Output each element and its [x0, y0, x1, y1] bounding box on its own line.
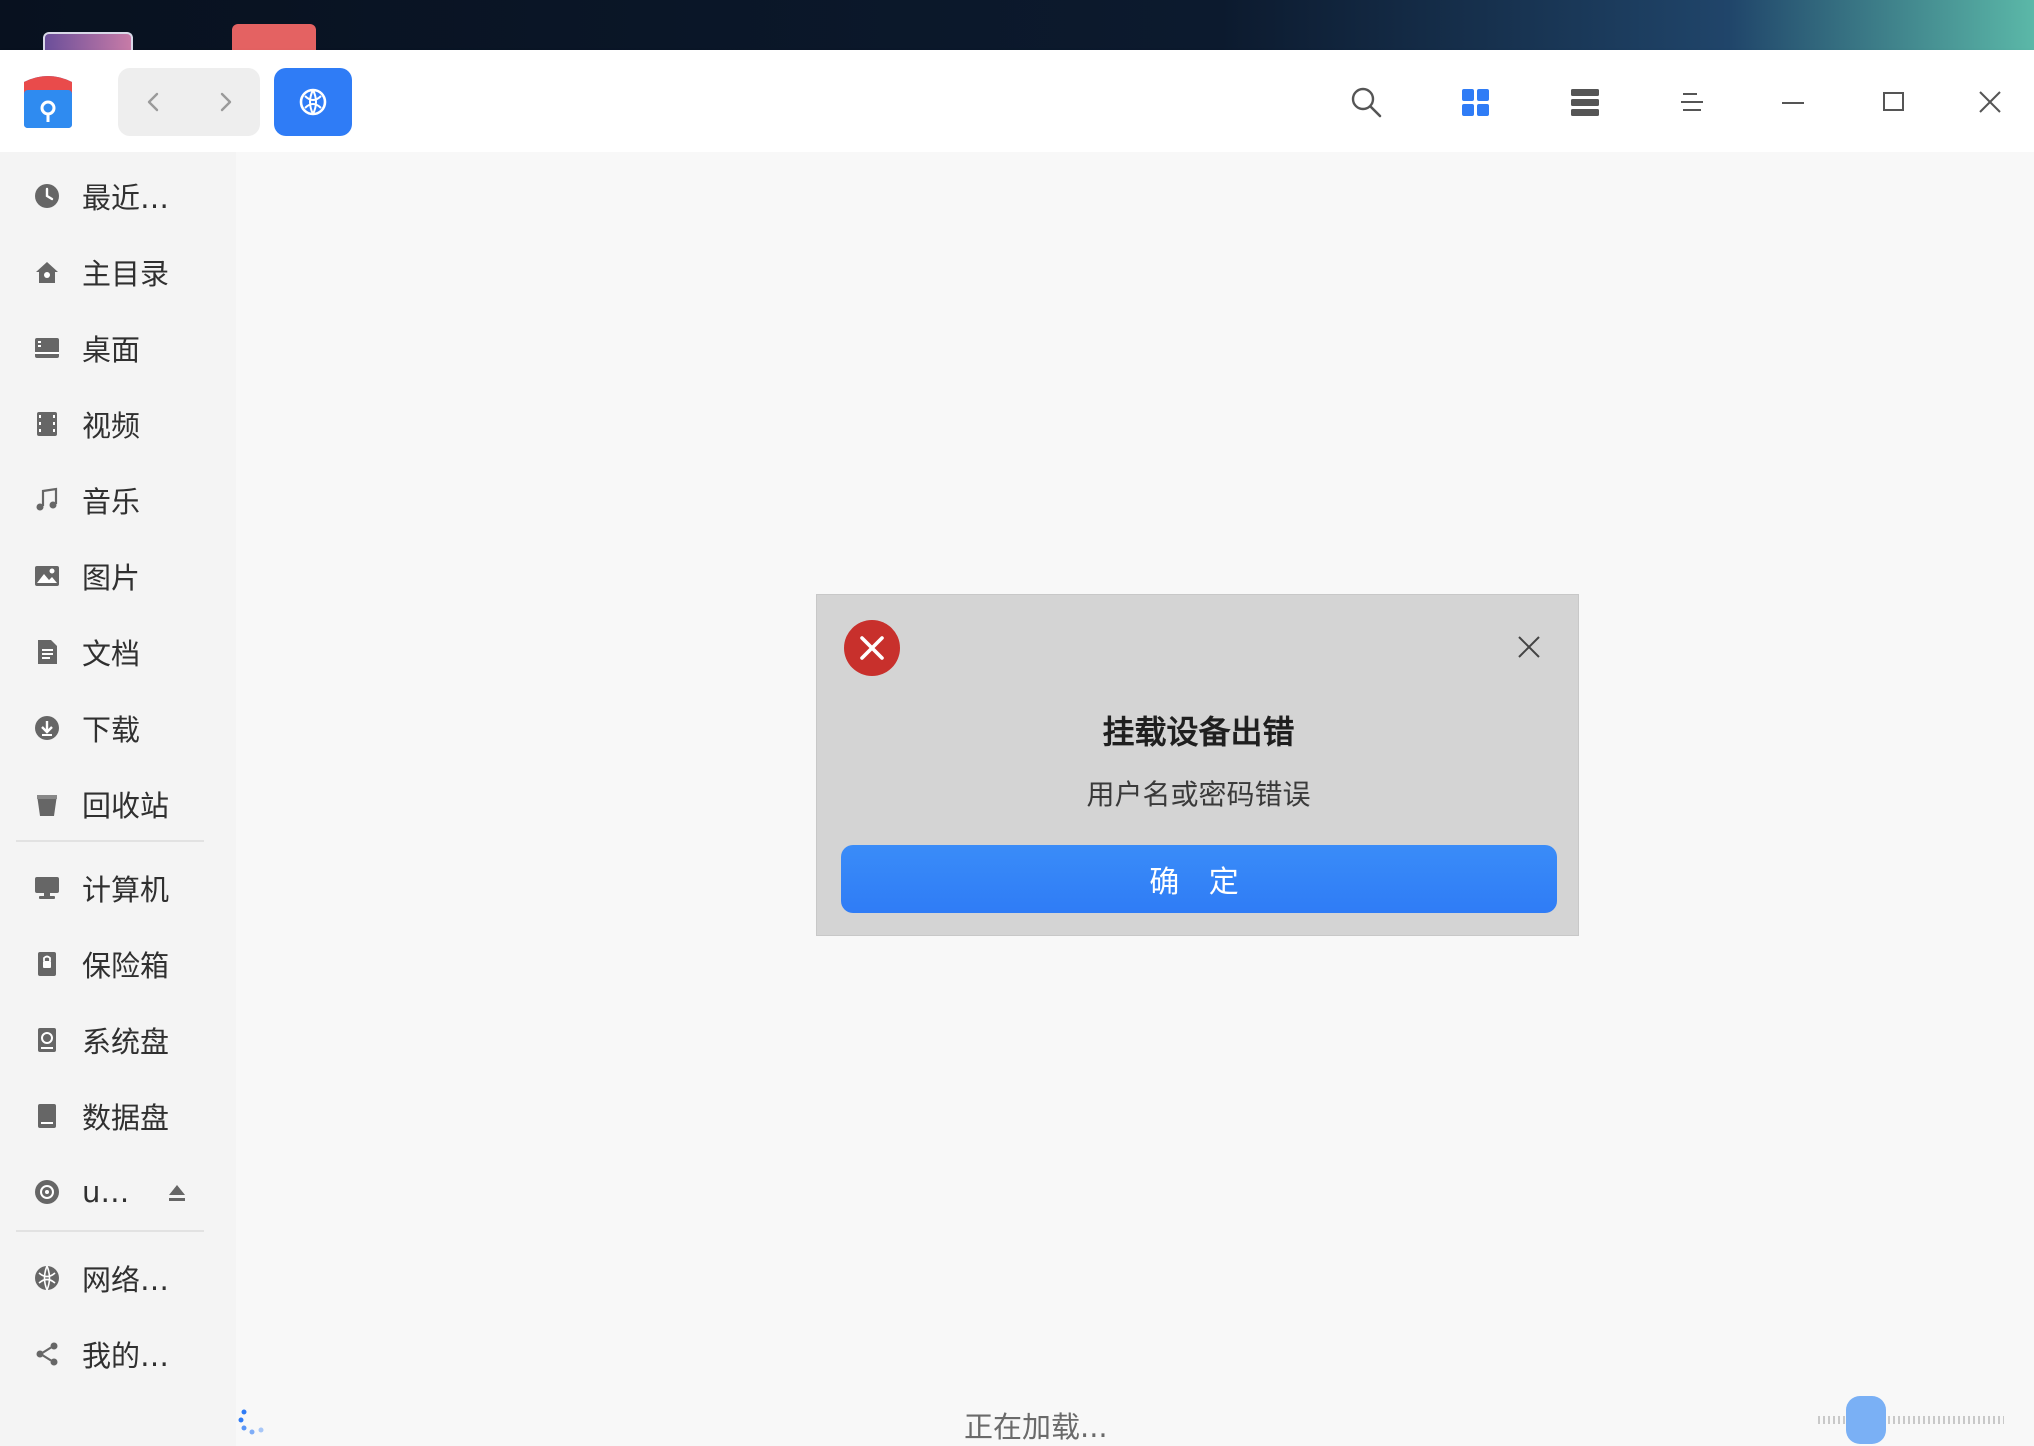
- icon-view-button[interactable]: [1445, 72, 1505, 132]
- sidebar-item-label: 计算机: [82, 873, 170, 907]
- sidebar-item-label: 最近…: [82, 181, 170, 215]
- computer-icon: [32, 873, 62, 903]
- sidebar-item-home[interactable]: 主目录: [16, 242, 216, 302]
- sidebar-divider: [16, 1230, 204, 1232]
- desktop-background: [0, 0, 2034, 52]
- sidebar-item-label: 文档: [82, 637, 141, 671]
- music-icon: [32, 485, 62, 515]
- system-disk-icon: [32, 1025, 62, 1055]
- sidebar-item-optical-disc[interactable]: u…: [16, 1162, 216, 1222]
- menu-icon: [1681, 93, 1703, 111]
- ok-button[interactable]: 确 定: [841, 845, 1557, 913]
- sidebar-item-pictures[interactable]: 图片: [16, 546, 216, 606]
- sidebar-item-computer[interactable]: 计算机: [16, 858, 216, 918]
- clock-icon: [32, 181, 62, 211]
- sidebar-item-label: 回收站: [82, 789, 170, 823]
- loading-status-text: 正在加载...: [964, 1410, 1108, 1444]
- download-icon: [32, 713, 62, 743]
- sidebar-item-label: 视频: [82, 409, 141, 443]
- error-icon: [843, 619, 901, 677]
- list-view-button[interactable]: [1555, 72, 1615, 132]
- vault-icon: [32, 949, 62, 979]
- sidebar-item-label: 主目录: [82, 257, 170, 291]
- chevron-left-icon: [147, 92, 158, 112]
- sidebar-item-label: 系统盘: [82, 1025, 170, 1059]
- network-icon: [299, 88, 327, 116]
- sidebar-item-label: u…: [82, 1175, 130, 1209]
- search-icon: [1351, 87, 1382, 118]
- close-icon: [1979, 91, 2001, 113]
- mount-error-dialog: 挂载设备出错 用户名或密码错误 确 定: [816, 594, 1579, 936]
- eject-icon[interactable]: [164, 1180, 190, 1206]
- trash-icon: [32, 789, 62, 819]
- sidebar-item-label: 我的…: [82, 1339, 170, 1373]
- desktop-window-thumbnail: [43, 32, 133, 52]
- network-icon: [32, 1263, 62, 1293]
- sidebar-item-my-shares[interactable]: 我的…: [16, 1324, 216, 1384]
- dialog-close-button[interactable]: [1509, 627, 1549, 667]
- grid-view-icon: [1462, 89, 1489, 116]
- back-button[interactable]: [118, 68, 189, 136]
- forward-button[interactable]: [189, 68, 260, 136]
- sidebar-item-recent[interactable]: 最近…: [16, 166, 216, 226]
- sidebar-item-videos[interactable]: 视频: [16, 394, 216, 454]
- sidebar: 最近… 主目录 桌面 视频 音乐 图片 文档 下载 回收站 计算机 保险箱 系统…: [0, 152, 236, 1446]
- close-window-button[interactable]: [1960, 72, 2020, 132]
- chevron-right-icon: [220, 92, 231, 112]
- breadcrumb-network[interactable]: [274, 68, 352, 136]
- loading-spinner-icon: [236, 1402, 272, 1438]
- desktop-icon: [32, 333, 62, 363]
- sidebar-item-downloads[interactable]: 下载: [16, 698, 216, 758]
- optical-disc-icon: [32, 1177, 62, 1207]
- document-icon: [32, 637, 62, 667]
- video-icon: [32, 409, 62, 439]
- desktop-window-thumbnail: [232, 24, 316, 52]
- sidebar-item-vault[interactable]: 保险箱: [16, 934, 216, 994]
- maximize-button[interactable]: [1863, 72, 1923, 132]
- home-icon: [32, 257, 62, 287]
- data-disk-icon: [32, 1101, 62, 1131]
- sidebar-item-label: 图片: [82, 561, 141, 595]
- menu-button[interactable]: [1662, 72, 1722, 132]
- sidebar-item-label: 音乐: [82, 485, 141, 519]
- sidebar-item-documents[interactable]: 文档: [16, 622, 216, 682]
- minimize-button[interactable]: [1763, 72, 1823, 132]
- icon-size-slider-handle[interactable]: [1846, 1396, 1886, 1444]
- sidebar-item-system-disk[interactable]: 系统盘: [16, 1010, 216, 1070]
- titlebar: [0, 50, 2034, 152]
- sidebar-item-label: 桌面: [82, 333, 141, 367]
- sidebar-item-data-disk[interactable]: 数据盘: [16, 1086, 216, 1146]
- file-manager-app-icon[interactable]: [20, 72, 76, 130]
- close-icon: [1518, 636, 1540, 658]
- list-view-icon: [1571, 89, 1599, 116]
- sidebar-item-desktop[interactable]: 桌面: [16, 318, 216, 378]
- minimize-icon: [1782, 102, 1804, 104]
- dialog-title: 挂载设备出错: [1102, 713, 1295, 751]
- sidebar-item-label: 数据盘: [82, 1101, 170, 1135]
- picture-icon: [32, 561, 62, 591]
- share-icon: [32, 1339, 62, 1369]
- sidebar-item-music[interactable]: 音乐: [16, 470, 216, 530]
- maximize-icon: [1883, 92, 1904, 111]
- sidebar-item-label: 下载: [82, 713, 141, 747]
- sidebar-item-label: 保险箱: [82, 949, 170, 983]
- navigation-buttons: [118, 68, 260, 136]
- dialog-message: 用户名或密码错误: [1086, 778, 1311, 811]
- sidebar-item-trash[interactable]: 回收站: [16, 774, 216, 834]
- sidebar-item-network[interactable]: 网络…: [16, 1248, 216, 1308]
- sidebar-divider: [16, 840, 204, 842]
- search-button[interactable]: [1336, 72, 1396, 132]
- sidebar-item-label: 网络…: [82, 1263, 170, 1297]
